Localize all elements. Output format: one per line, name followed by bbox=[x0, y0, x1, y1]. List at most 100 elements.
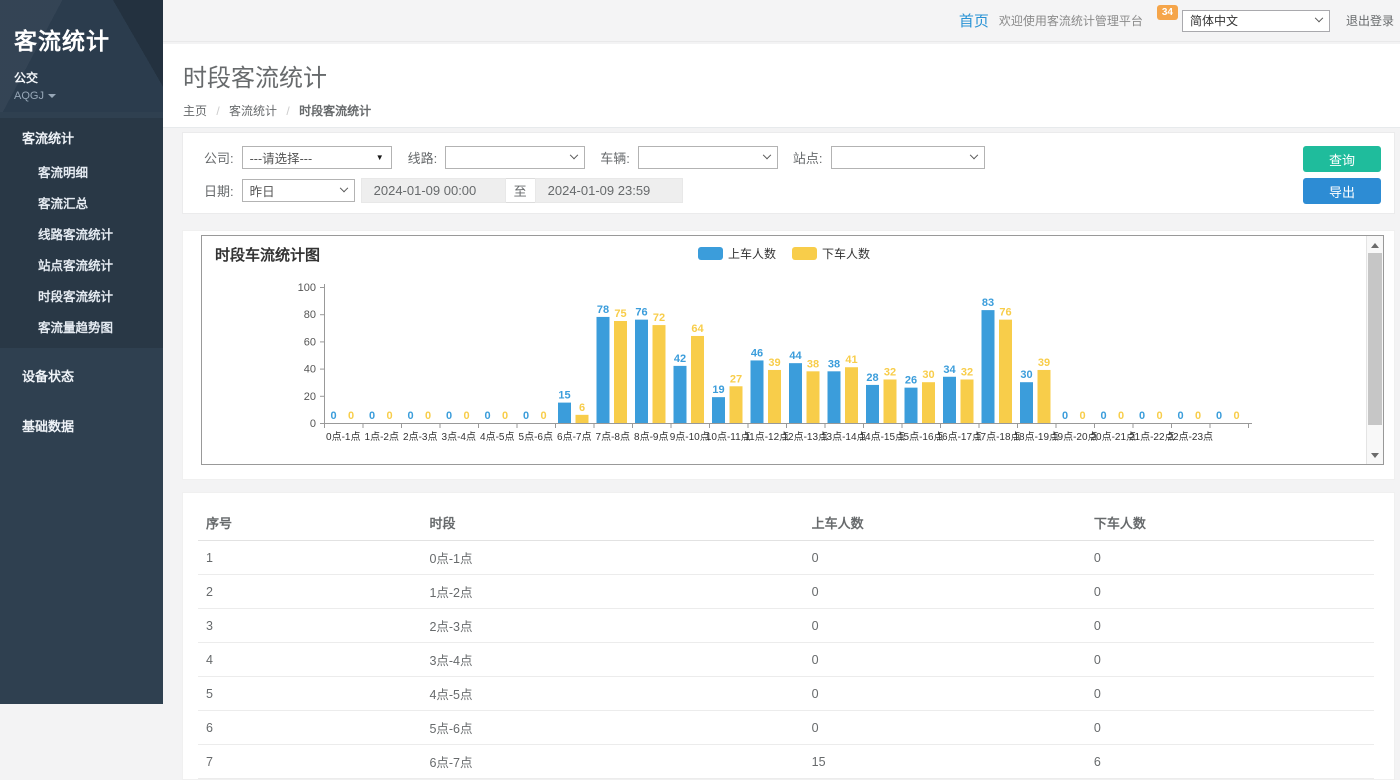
bar-boarding bbox=[597, 317, 610, 423]
bar-value-label: 0 bbox=[1062, 410, 1068, 422]
bar-value-label: 39 bbox=[768, 357, 780, 369]
user-dropdown[interactable]: AQGJ bbox=[14, 90, 149, 102]
sidebar-subitem[interactable]: 客流汇总 bbox=[0, 187, 163, 218]
bar-value-label: 0 bbox=[386, 410, 392, 422]
svg-text:0点-1点: 0点-1点 bbox=[326, 431, 360, 443]
table-cell: 0 bbox=[804, 575, 1086, 609]
table-cell: 0 bbox=[1086, 677, 1374, 711]
bar-boarding bbox=[1020, 382, 1033, 423]
language-select[interactable]: 简体中文 bbox=[1182, 10, 1330, 32]
col-header-period: 时段 bbox=[421, 505, 803, 541]
bar-alighting bbox=[807, 371, 820, 423]
chevron-down-icon bbox=[570, 150, 578, 158]
svg-text:60: 60 bbox=[304, 336, 316, 348]
page-title: 时段客流统计 bbox=[183, 58, 1400, 93]
svg-text:1点-2点: 1点-2点 bbox=[365, 431, 399, 443]
language-select-value: 简体中文 bbox=[1190, 12, 1238, 29]
home-link[interactable]: 首页 bbox=[959, 10, 989, 31]
bar-value-label: 0 bbox=[1079, 410, 1085, 422]
bar-value-label: 30 bbox=[1020, 369, 1032, 381]
bar-value-label: 0 bbox=[1216, 410, 1222, 422]
scrollbar-thumb[interactable] bbox=[1368, 253, 1382, 425]
line-select[interactable] bbox=[445, 146, 585, 169]
table-cell: 0 bbox=[1086, 575, 1374, 609]
bar-value-label: 41 bbox=[845, 354, 857, 366]
bar-value-label: 44 bbox=[789, 350, 802, 362]
search-button[interactable]: 查询 bbox=[1303, 146, 1381, 172]
table-header-row: 序号 时段 上车人数 下车人数 bbox=[198, 505, 1374, 541]
table-cell: 0点-1点 bbox=[421, 541, 803, 575]
bar-boarding bbox=[751, 360, 764, 423]
bar-alighting bbox=[614, 321, 627, 423]
date-from-input[interactable]: 2024-01-09 00:00 bbox=[361, 178, 506, 203]
bar-value-label: 76 bbox=[999, 307, 1011, 319]
bar-alighting bbox=[576, 415, 589, 423]
bar-value-label: 34 bbox=[943, 364, 956, 376]
breadcrumb-section[interactable]: 客流统计 bbox=[229, 104, 277, 118]
table-cell: 2 bbox=[198, 575, 421, 609]
sidebar-subitem[interactable]: 客流量趋势图 bbox=[0, 311, 163, 342]
bar-boarding bbox=[905, 388, 918, 423]
date-preset-select[interactable]: 昨日 bbox=[242, 179, 355, 202]
scroll-down-icon[interactable] bbox=[1367, 447, 1383, 463]
bar-boarding bbox=[558, 403, 571, 423]
table-cell: 6 bbox=[198, 711, 421, 745]
chevron-down-icon bbox=[339, 183, 347, 191]
company-label: 公司: bbox=[204, 148, 234, 167]
bar-alighting bbox=[691, 336, 704, 423]
company-select[interactable]: ---请选择--- ▼ bbox=[242, 146, 392, 169]
bar-value-label: 0 bbox=[540, 410, 546, 422]
breadcrumb: 主页 / 客流统计 / 时段客流统计 bbox=[183, 102, 1400, 119]
stats-table: 序号 时段 上车人数 下车人数 10点-1点0021点-2点0032点-3点00… bbox=[198, 505, 1374, 779]
bar-value-label: 27 bbox=[730, 373, 742, 385]
table-cell: 0 bbox=[1086, 711, 1374, 745]
bar-value-label: 26 bbox=[905, 375, 917, 387]
col-header-alighting: 下车人数 bbox=[1086, 505, 1374, 541]
sidebar-item-base-data[interactable]: 基础数据 bbox=[0, 403, 163, 448]
bar-alighting bbox=[845, 367, 858, 423]
scroll-up-icon[interactable] bbox=[1367, 237, 1383, 253]
bar-boarding bbox=[635, 320, 648, 423]
chevron-down-icon bbox=[969, 150, 977, 158]
breadcrumb-home[interactable]: 主页 bbox=[183, 104, 207, 118]
org-name: 公交 bbox=[14, 69, 149, 86]
station-select[interactable] bbox=[831, 146, 985, 169]
export-button[interactable]: 导出 bbox=[1303, 178, 1381, 204]
svg-text:7点-8点: 7点-8点 bbox=[596, 431, 630, 443]
vehicle-select[interactable] bbox=[638, 146, 778, 169]
welcome-text: 欢迎使用客流统计管理平台 bbox=[999, 12, 1143, 29]
bar-boarding bbox=[982, 310, 995, 423]
bar-value-label: 42 bbox=[674, 353, 686, 365]
table-cell: 5点-6点 bbox=[421, 711, 803, 745]
table-cell: 6 bbox=[1086, 745, 1374, 779]
main-area: 首页 欢迎使用客流统计管理平台 34 简体中文 退出登录 时段客流统计 主页 /… bbox=[163, 0, 1400, 704]
notification-badge[interactable]: 34 bbox=[1157, 5, 1178, 20]
bar-value-label: 6 bbox=[579, 402, 585, 414]
table-cell: 3 bbox=[198, 609, 421, 643]
sidebar-subitem[interactable]: 时段客流统计 bbox=[0, 280, 163, 311]
sidebar-subitem[interactable]: 线路客流统计 bbox=[0, 218, 163, 249]
sidebar: 客流统计 公交 AQGJ 客流统计 客流明细客流汇总线路客流统计站点客流统计时段… bbox=[0, 0, 163, 704]
table-row: 21点-2点00 bbox=[198, 575, 1374, 609]
svg-text:0: 0 bbox=[310, 418, 316, 430]
chart-scrollbar[interactable] bbox=[1366, 236, 1383, 464]
svg-text:40: 40 bbox=[304, 364, 316, 376]
table-cell: 0 bbox=[804, 677, 1086, 711]
table-row: 76点-7点156 bbox=[198, 745, 1374, 779]
table-cell: 15 bbox=[804, 745, 1086, 779]
sidebar-item-passenger-stats[interactable]: 客流统计 bbox=[0, 118, 163, 156]
sidebar-item-device-status[interactable]: 设备状态 bbox=[0, 353, 163, 398]
bar-value-label: 0 bbox=[463, 410, 469, 422]
bar-alighting bbox=[999, 320, 1012, 423]
svg-text:8点-9点: 8点-9点 bbox=[634, 431, 668, 443]
bar-value-label: 19 bbox=[712, 384, 724, 396]
table-cell: 0 bbox=[1086, 643, 1374, 677]
bar-alighting bbox=[768, 370, 781, 423]
date-to-input[interactable]: 2024-01-09 23:59 bbox=[535, 178, 683, 203]
logout-link[interactable]: 退出登录 bbox=[1346, 12, 1394, 29]
sidebar-subitem[interactable]: 站点客流统计 bbox=[0, 249, 163, 280]
sidebar-subitem[interactable]: 客流明细 bbox=[0, 156, 163, 187]
sidebar-menu: 客流统计 客流明细客流汇总线路客流统计站点客流统计时段客流统计客流量趋势图 设备… bbox=[0, 118, 163, 448]
bar-chart-svg: 0204060801000点-1点001点-2点002点-3点003点-4点00… bbox=[202, 244, 1352, 449]
filter-panel: 公司: ---请选择--- ▼ 线路: 车辆: 站点: bbox=[182, 132, 1395, 214]
